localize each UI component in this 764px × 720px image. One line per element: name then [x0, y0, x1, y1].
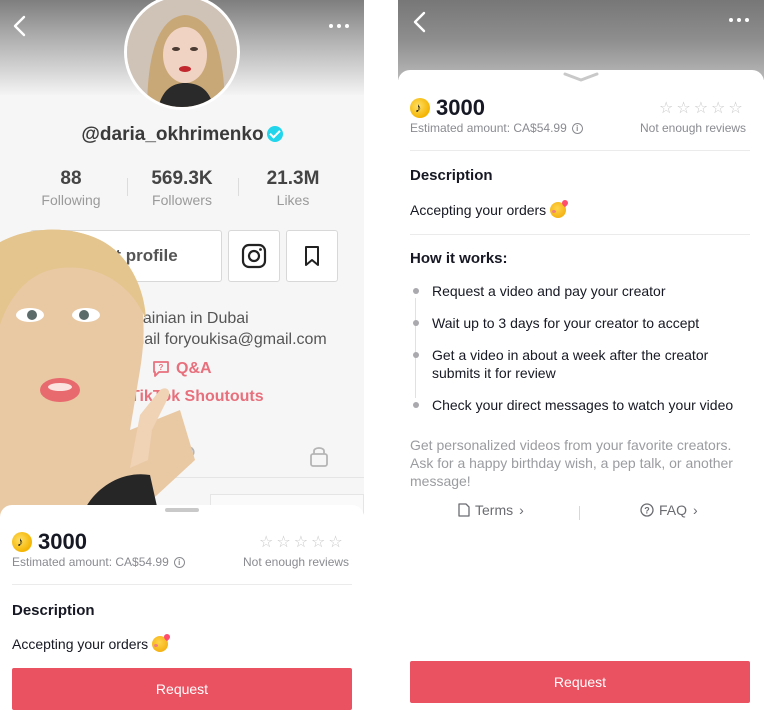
star-icon: ☆	[311, 534, 326, 551]
promo-text: Get personalized videos from your favori…	[410, 437, 733, 489]
stat-label: Followers	[152, 192, 212, 208]
divider	[12, 584, 352, 585]
bookmark-icon	[305, 246, 319, 266]
description-body: Accepting your orders	[410, 202, 547, 218]
stat-value: 21.3M	[266, 168, 320, 189]
stat-label: Likes	[276, 192, 310, 208]
panel-divider	[364, 0, 398, 720]
lock-icon[interactable]	[308, 444, 330, 468]
star-icon: ☆	[676, 100, 691, 117]
right-screen: 3000 Estimated amount: CA$54.99 i ☆☆☆☆☆ …	[398, 0, 764, 720]
chevron-right-icon: ›	[519, 502, 524, 518]
back-icon[interactable]	[6, 12, 32, 40]
star-icon: ☆	[693, 100, 709, 117]
step-item: Wait up to 3 days for your creator to ac…	[410, 314, 750, 332]
step-text: Check your direct messages to watch your…	[432, 397, 734, 413]
document-icon	[458, 503, 470, 517]
bookmark-button[interactable]	[286, 230, 338, 282]
svg-text:?: ?	[644, 506, 650, 516]
star-icon: ☆	[711, 100, 726, 117]
profile-stats: 88 Following 569.3K Followers 21.3M Like…	[0, 168, 364, 212]
star-icon: ☆	[728, 100, 743, 117]
description-body: Accepting your orders	[12, 636, 149, 652]
rating-stars: ☆ ☆ ☆ ☆ ☆	[656, 101, 743, 117]
star-icon: ☆	[293, 534, 309, 551]
verified-badge-icon	[266, 126, 283, 142]
reviews-status: Not enough reviews	[640, 121, 747, 135]
smiling-face-with-hearts-icon	[550, 202, 567, 218]
blurred-profile-background	[398, 0, 764, 80]
description-title: Description	[410, 167, 493, 184]
step-bullet-icon	[413, 288, 419, 294]
info-icon[interactable]: i	[173, 556, 185, 568]
how-it-works-steps: Request a video and pay your creator Wai…	[410, 282, 750, 414]
coin-icon	[12, 532, 32, 552]
instagram-icon	[241, 243, 267, 269]
footer-links: Terms › ? FAQ ›	[398, 502, 764, 526]
step-item: Request a video and pay your creator	[410, 282, 750, 300]
step-text: Wait up to 3 days for your creator to ac…	[432, 315, 700, 331]
coin-price: 3000	[436, 95, 485, 120]
step-bullet-icon	[413, 352, 419, 358]
sheet-drag-handle[interactable]	[165, 508, 199, 512]
footer-divider	[579, 506, 580, 520]
step-item: Check your direct messages to watch your…	[410, 396, 750, 414]
description-text: Accepting your orders	[410, 202, 567, 218]
step-item: Get a video in about a week after the cr…	[410, 346, 730, 382]
terms-label: Terms	[475, 502, 514, 518]
request-button[interactable]: Request	[410, 661, 750, 703]
step-bullet-icon	[413, 402, 419, 408]
faq-link[interactable]: ? FAQ ›	[640, 502, 698, 518]
help-circle-icon: ?	[640, 503, 654, 517]
divider	[410, 150, 750, 151]
instagram-button[interactable]	[228, 230, 280, 282]
estimated-amount: Estimated amount: CA$54.99 i	[410, 121, 583, 135]
profile-username: @daria_okhrimenko	[0, 124, 364, 146]
shoutout-details-sheet: 3000 Estimated amount: CA$54.99 i ☆☆☆☆☆ …	[398, 70, 764, 720]
description-text: Accepting your orders	[12, 636, 169, 652]
faq-label: FAQ	[659, 502, 688, 518]
more-options-icon[interactable]	[726, 8, 752, 32]
divider	[410, 234, 750, 235]
terms-link[interactable]: Terms ›	[458, 502, 524, 518]
stat-value: 569.3K	[151, 168, 213, 189]
estimated-text: Estimated amount: CA$54.99	[410, 121, 567, 135]
estimated-amount: Estimated amount: CA$54.99 i	[12, 555, 185, 569]
stat-following[interactable]: 88 Following	[16, 168, 126, 208]
info-icon[interactable]: i	[571, 122, 583, 134]
chevron-right-icon: ›	[693, 502, 698, 518]
step-text: Get a video in about a week after the cr…	[432, 347, 709, 381]
left-screen: @daria_okhrimenko 88 Following 569.3K Fo…	[0, 0, 364, 720]
star-icon: ☆	[328, 534, 343, 551]
star-icon: ☆	[659, 100, 674, 117]
step-text: Request a video and pay your creator	[432, 283, 666, 299]
username-text: @daria_okhrimenko	[81, 124, 264, 145]
star-icon: ☆	[259, 534, 274, 551]
chevron-down-icon[interactable]	[563, 72, 599, 82]
coin-price: 3000	[38, 529, 87, 554]
more-options-icon[interactable]	[326, 14, 352, 38]
stat-likes[interactable]: 21.3M Likes	[238, 168, 348, 208]
coin-icon	[410, 98, 430, 118]
face-overlay-image	[0, 229, 195, 520]
back-icon[interactable]	[406, 8, 432, 36]
reviews-status: Not enough reviews	[243, 555, 350, 569]
price-row: 3000	[410, 95, 485, 121]
stat-followers[interactable]: 569.3K Followers	[127, 168, 237, 208]
how-it-works-title: How it works:	[410, 250, 508, 267]
request-button[interactable]: Request	[12, 668, 352, 710]
shoutout-bottom-sheet: 3000 Estimated amount: CA$54.99 i ☆☆☆☆☆ …	[0, 505, 364, 720]
rating-stars: ☆ ☆ ☆ ☆ ☆	[256, 535, 343, 551]
estimated-text: Estimated amount: CA$54.99	[12, 555, 169, 569]
price-row: 3000	[12, 529, 87, 555]
smiling-face-with-hearts-icon	[152, 636, 169, 652]
stat-label: Following	[41, 192, 101, 208]
step-bullet-icon	[413, 320, 419, 326]
star-icon: ☆	[276, 534, 291, 551]
stat-value: 88	[60, 168, 82, 189]
description-title: Description	[12, 602, 95, 619]
